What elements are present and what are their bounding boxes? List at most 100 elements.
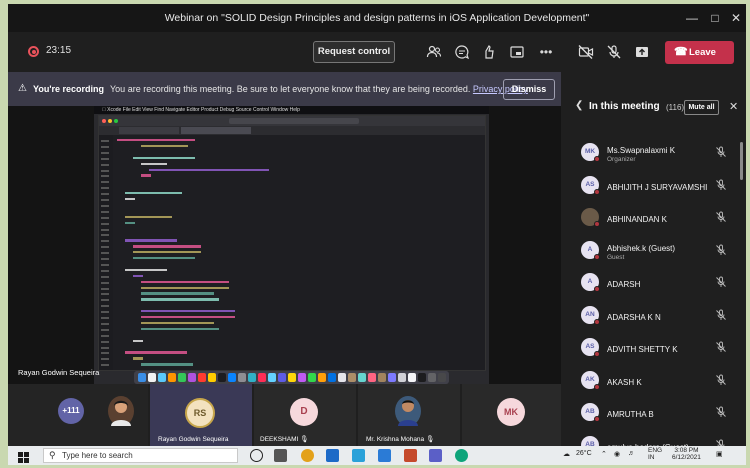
meeting-timer: 23:15 — [46, 45, 72, 56]
edge-icon[interactable] — [326, 449, 339, 462]
cortana-icon[interactable] — [250, 449, 263, 462]
meeting-toolbar: 23:15 Request control ••• ☎ Leave — [8, 32, 746, 72]
line-number — [101, 181, 109, 184]
overflow-count: +111 — [58, 398, 84, 424]
minimize-icon[interactable]: — — [682, 9, 702, 27]
mic-off-icon[interactable] — [606, 44, 622, 60]
line-number — [101, 210, 109, 213]
line-number — [101, 228, 109, 231]
line-number — [101, 246, 109, 249]
files-icon[interactable] — [404, 449, 417, 462]
presence-status-icon — [594, 286, 600, 292]
network-icon[interactable]: ◉ — [614, 450, 620, 458]
language-indicator[interactable]: ENG IN — [648, 447, 662, 461]
video-tile[interactable]: MK — [462, 384, 561, 446]
participant-row[interactable]: AS ADVITH SHETTY K — [561, 331, 739, 363]
code-line — [141, 310, 235, 313]
participant-row[interactable]: MK Ms.Swapnalaxmi K Organizer — [561, 136, 739, 168]
notification-icon[interactable]: ▣ — [716, 450, 723, 458]
mic-off-icon[interactable] — [715, 146, 727, 158]
line-number — [101, 364, 109, 367]
request-control-button[interactable]: Request control — [313, 41, 395, 63]
mic-off-icon[interactable] — [715, 244, 727, 256]
mic-off-icon[interactable] — [715, 179, 727, 191]
teams-icon[interactable] — [429, 449, 442, 462]
mic-off-icon[interactable] — [715, 276, 727, 288]
presence-status-icon — [594, 221, 600, 227]
taskbar-search[interactable]: ⚲ Type here to search — [43, 448, 238, 463]
phone-hangup-icon: ☎ — [674, 46, 688, 58]
participant-row[interactable]: AB AMRUTHA B — [561, 396, 739, 428]
code-line — [133, 251, 201, 254]
participant-row[interactable]: ABHINANDAN K — [561, 201, 739, 233]
participant-role: Organizer — [607, 156, 636, 163]
clock[interactable]: 3:08 PM 6/12/2021 — [672, 447, 701, 461]
reactions-icon[interactable] — [481, 44, 497, 60]
mic-off-icon[interactable] — [715, 309, 727, 321]
tray-chevron-icon[interactable]: ⌃ — [601, 450, 607, 458]
scrollbar[interactable] — [740, 142, 743, 180]
weather-temp[interactable]: 26°C — [576, 450, 592, 457]
close-icon[interactable]: ✕ — [729, 100, 738, 113]
xcode-tabs — [99, 126, 485, 135]
dock-app-icon — [348, 373, 356, 382]
people-icon[interactable] — [426, 44, 442, 60]
participant-row[interactable]: A ADARSH — [561, 266, 739, 298]
participant-count: (116) — [666, 103, 685, 112]
clock-time: 3:08 PM — [674, 447, 699, 454]
edge-browser-icon[interactable] — [455, 449, 468, 462]
more-icon[interactable]: ••• — [538, 44, 554, 60]
chat-icon[interactable] — [454, 44, 470, 60]
volume-icon[interactable]: ♬ — [628, 450, 635, 457]
participant-row[interactable]: AS ABHIJITH J SURYAVAMSHI — [561, 169, 739, 201]
presence-status-icon — [594, 253, 600, 260]
share-screen-icon[interactable] — [509, 44, 525, 60]
video-tile[interactable]: D DEEKSHAMI 🎙 — [254, 384, 356, 446]
code-line — [133, 357, 144, 360]
dock-app-icon — [318, 373, 326, 382]
video-tile[interactable]: RS Rayan Godwin Sequeira — [150, 384, 252, 446]
store-icon[interactable] — [352, 449, 365, 462]
line-number — [101, 275, 109, 278]
participant-name: ADVITH SHETTY K — [607, 345, 678, 354]
chrome-icon[interactable] — [301, 449, 314, 462]
dock-app-icon — [288, 373, 296, 382]
mic-off-icon[interactable] — [715, 341, 727, 353]
task-view-icon[interactable] — [274, 449, 287, 462]
share-tray-icon[interactable] — [634, 44, 650, 60]
mic-off-icon[interactable] — [715, 406, 727, 418]
close-icon[interactable]: ✕ — [726, 9, 746, 27]
leave-button[interactable]: ☎ Leave — [665, 41, 734, 64]
presence-status-icon — [594, 416, 600, 422]
line-number — [101, 305, 109, 308]
video-tile[interactable]: Mr. Krishna Mohana 🎙 — [358, 384, 460, 446]
dismiss-button[interactable]: Dismiss — [503, 79, 555, 100]
code-line — [125, 268, 167, 272]
participant-row[interactable]: AK AKASH K — [561, 364, 739, 396]
chevron-left-icon[interactable]: ❮ — [575, 100, 583, 111]
code-line — [133, 245, 201, 248]
participant-row[interactable]: AN ADARSHA K N — [561, 299, 739, 331]
dock-app-icon — [438, 373, 446, 382]
line-number — [101, 234, 109, 237]
dock-app-icon — [358, 373, 366, 382]
mute-all-button[interactable]: Mute all — [684, 100, 719, 115]
code-line — [133, 274, 144, 278]
code-line — [117, 139, 195, 142]
mic-off-icon[interactable] — [715, 211, 727, 223]
dock-app-icon — [248, 373, 256, 382]
line-number — [101, 322, 109, 325]
mic-off-icon[interactable] — [715, 374, 727, 386]
dock-app-icon — [178, 373, 186, 382]
office-icon[interactable] — [378, 449, 391, 462]
camera-off-icon[interactable] — [578, 44, 594, 60]
participant-row[interactable]: A Abhishek.k (Guest) Guest — [561, 234, 739, 266]
panel-title: In this meeting — [589, 101, 660, 112]
code-line — [141, 316, 235, 319]
participant-name: Ms.Swapnalaxmi K — [607, 146, 676, 155]
line-number — [101, 252, 109, 255]
windows-start-icon[interactable] — [18, 450, 29, 463]
overflow-tile[interactable]: +111 — [8, 384, 148, 446]
line-number — [101, 263, 109, 266]
maximize-icon[interactable]: □ — [705, 9, 725, 27]
